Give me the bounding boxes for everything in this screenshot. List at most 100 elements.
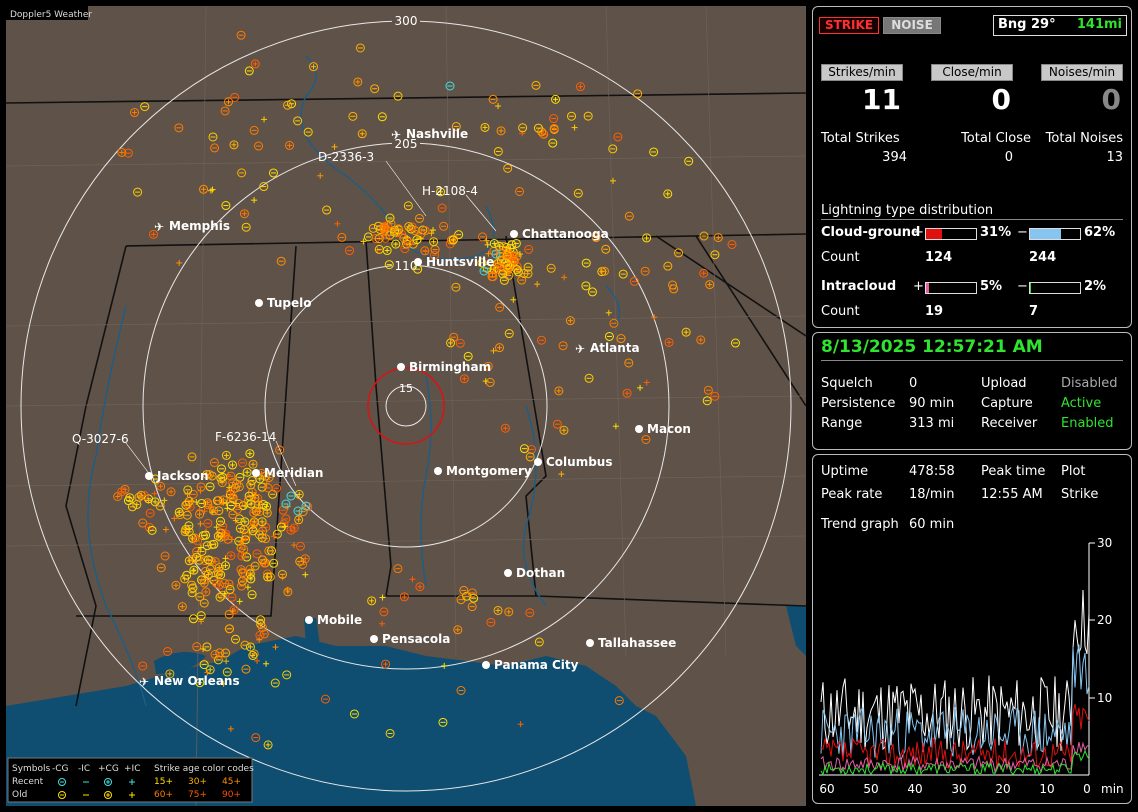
- cg-count-label: Count: [821, 250, 860, 265]
- city-marker: ✈ New Orleans: [139, 674, 240, 689]
- upload-status[interactable]: Disabled: [1061, 376, 1117, 391]
- city-marker: Huntsville: [414, 255, 494, 269]
- total-strikes-label: Total Strikes: [821, 131, 900, 146]
- city-label: Mobile: [317, 613, 362, 627]
- trend-line: [820, 589, 1090, 752]
- x-unit: min: [1101, 782, 1124, 796]
- strikes-per-min-value: 11: [862, 83, 901, 116]
- receiver-status[interactable]: Enabled: [1061, 416, 1114, 431]
- upload-label: Upload: [981, 376, 1027, 391]
- receiver-label: Receiver: [981, 416, 1038, 431]
- peak-rate-label: Peak rate: [821, 487, 883, 502]
- plot-label: Plot: [1061, 464, 1086, 479]
- city-label: Montgomery: [446, 464, 532, 478]
- total-noises-value: 13: [1106, 150, 1123, 165]
- squelch-value[interactable]: 0: [909, 376, 917, 391]
- range-label: Range: [821, 416, 863, 431]
- city-label: Tallahassee: [598, 636, 676, 650]
- close-per-min-label: Close/min: [931, 64, 1013, 81]
- city-dot-icon: [586, 639, 594, 647]
- city-dot-icon: [145, 472, 153, 480]
- ring-label-15: 15: [399, 382, 413, 395]
- city-dot-icon: [305, 616, 313, 624]
- y-tick: 30: [1097, 536, 1112, 550]
- city-dot-icon: [434, 467, 442, 475]
- airport-icon: ✈: [391, 128, 401, 142]
- status-box: 8/13/2025 12:57:21 AM Squelch 0 Upload D…: [812, 332, 1132, 450]
- city-marker: Pensacola: [370, 632, 450, 646]
- legend-age: 75+: [188, 790, 207, 800]
- city-dot-icon: [252, 469, 260, 477]
- symbol-legend: Symbols -CG -IC +CG +IC Strike age color…: [7, 757, 254, 803]
- total-noises-label: Total Noises: [1045, 131, 1123, 146]
- ic-negative-count: 7: [1029, 304, 1039, 319]
- city-dot-icon: [534, 458, 542, 466]
- station-label: H-2108-4: [422, 184, 478, 198]
- y-tick: 20: [1097, 613, 1112, 627]
- legend-age: 60+: [154, 790, 173, 800]
- trend-box: Uptime 478:58 Peak time Plot Peak rate 1…: [812, 454, 1132, 804]
- airport-icon: ✈: [139, 675, 149, 689]
- strike-map[interactable]: 300 205 110 15 D-2336-3 H-2108-4 Q-3027-…: [6, 6, 806, 806]
- negative-sign: −: [1017, 279, 1028, 294]
- x-tick: 30: [951, 782, 966, 796]
- city-label: Dothan: [516, 566, 565, 580]
- city-dot-icon: [397, 363, 405, 371]
- city-dot-icon: [414, 258, 422, 266]
- strike-mode-button[interactable]: STRIKE: [819, 17, 879, 34]
- legend-age: 90+: [222, 790, 241, 800]
- x-tick: 20: [995, 782, 1010, 796]
- city-dot-icon: [482, 661, 490, 669]
- airport-icon: ✈: [575, 342, 585, 356]
- city-marker: Panama City: [482, 658, 579, 672]
- city-marker: Columbus: [534, 455, 613, 469]
- city-marker: Tallahassee: [586, 636, 676, 650]
- info-panel: STRIKE NOISE Bng 29° 141mi Strikes/min C…: [810, 6, 1132, 806]
- city-marker: ✈ Atlanta: [575, 341, 640, 356]
- bearing-value: Bng 29°: [998, 17, 1056, 32]
- city-dot-icon: [635, 425, 643, 433]
- x-tick: 40: [907, 782, 922, 796]
- city-label: Birmingham: [409, 360, 491, 374]
- city-label: Atlanta: [590, 341, 640, 355]
- legend-age-title: Strike age color codes: [154, 764, 254, 774]
- trend-graph-label: Trend graph: [821, 517, 899, 532]
- peak-time-value: 12:55 AM: [981, 487, 1043, 502]
- capture-label: Capture: [981, 396, 1033, 411]
- ic-positive-count: 19: [925, 304, 944, 319]
- noise-mode-button[interactable]: NOISE: [883, 17, 941, 34]
- legend-symbols-label: Symbols: [12, 764, 51, 774]
- city-label: Meridian: [264, 466, 323, 480]
- ic-positive-bar: [925, 282, 977, 294]
- close-per-min-value: 0: [991, 83, 1011, 116]
- city-dot-icon: [370, 635, 378, 643]
- city-dot-icon: [510, 230, 518, 238]
- legend-age: 45+: [222, 777, 241, 787]
- squelch-label: Squelch: [821, 376, 873, 391]
- city-label: Huntsville: [426, 255, 494, 269]
- city-dot-icon: [504, 569, 512, 577]
- persistence-value[interactable]: 90 min: [909, 396, 954, 411]
- persistence-label: Persistence: [821, 396, 896, 411]
- city-label: New Orleans: [154, 674, 240, 688]
- x-tick: 10: [1039, 782, 1054, 796]
- datetime: 8/13/2025 12:57:21 AM: [821, 337, 1043, 357]
- map-title: Doppler5 Weather: [10, 10, 92, 20]
- legend-age: 30+: [188, 777, 207, 787]
- noises-per-min-label: Noises/min: [1041, 64, 1123, 81]
- station-label: F-6236-14: [215, 430, 276, 444]
- ic-negative-pct: 2%: [1084, 279, 1107, 294]
- station-label: D-2336-3: [318, 150, 374, 164]
- peak-time-label: Peak time: [981, 464, 1046, 479]
- city-label: Panama City: [494, 658, 579, 672]
- trend-graph-value[interactable]: 60 min: [909, 517, 954, 532]
- y-tick: 10: [1097, 691, 1112, 705]
- divider: [821, 360, 1123, 361]
- city-label: Columbus: [546, 455, 613, 469]
- plot-value[interactable]: Strike: [1061, 487, 1098, 502]
- capture-status[interactable]: Active: [1061, 396, 1101, 411]
- range-value[interactable]: 313 mi: [909, 416, 954, 431]
- negative-sign: −: [1017, 225, 1028, 240]
- city-label: Macon: [647, 422, 691, 436]
- trend-graph: 30 20 10 60 50 40 30 20 10 0 min: [819, 536, 1124, 796]
